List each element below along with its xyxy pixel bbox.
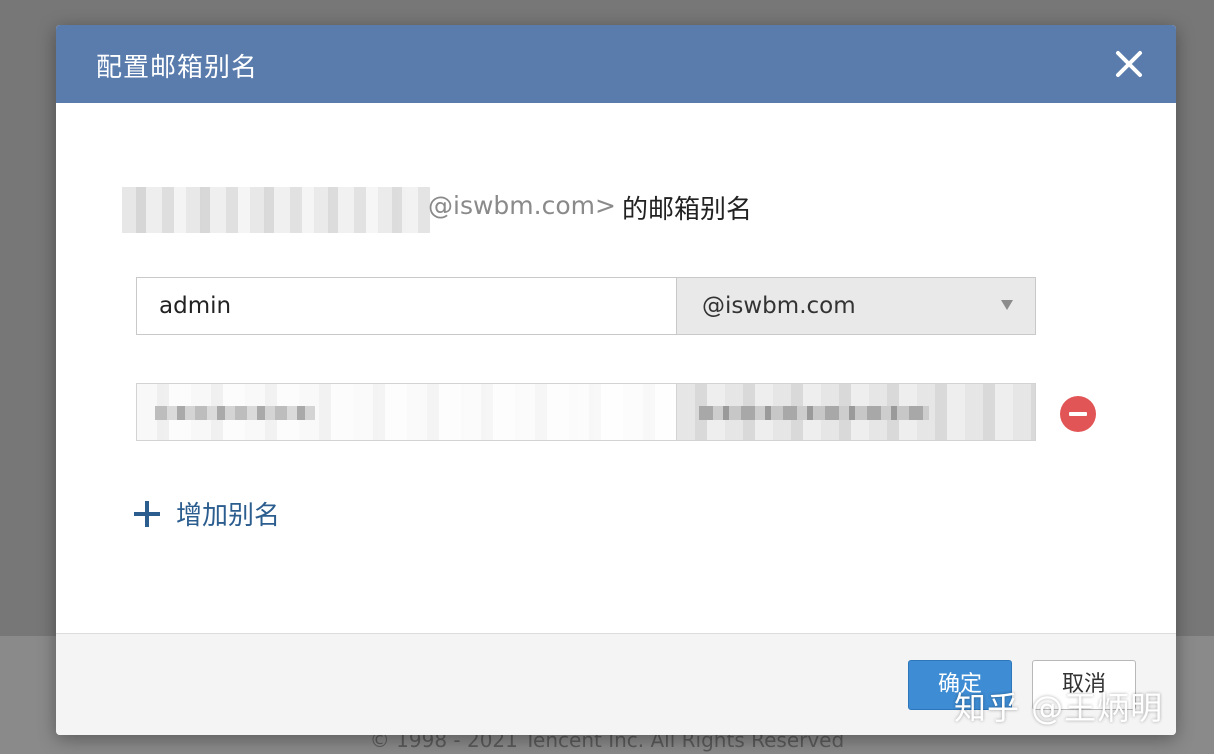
watermark: 知乎 @王炳明: [954, 689, 1164, 727]
dialog-title: 配置邮箱别名: [96, 53, 259, 83]
description-suffix: 的邮箱别名: [622, 195, 753, 225]
domain-select[interactable]: @iswbm.com: [676, 277, 1036, 335]
plus-icon: [134, 501, 160, 527]
minus-circle-icon[interactable]: [1060, 396, 1096, 432]
chevron-down-icon: [1001, 300, 1013, 310]
alias-row: @iswbm.com: [136, 277, 1036, 337]
add-alias-label: 增加别名: [176, 501, 281, 531]
alias-dialog: 配置邮箱别名 @iswbm.com> 的邮箱别名 @iswbm.com 增加别名…: [56, 25, 1176, 735]
alias-row-redacted: [136, 383, 1036, 443]
description-domain: @iswbm.com>: [428, 191, 616, 220]
dialog-header: 配置邮箱别名: [56, 25, 1176, 103]
alias-input[interactable]: [136, 277, 676, 335]
close-icon[interactable]: [1112, 47, 1146, 81]
domain-select-value: @iswbm.com: [702, 293, 856, 319]
redacted-alias-input[interactable]: [136, 383, 676, 441]
redacted-domain-select[interactable]: [676, 383, 1036, 441]
redacted-account-name: [122, 187, 430, 233]
alias-description: @iswbm.com> 的邮箱别名: [120, 187, 840, 237]
